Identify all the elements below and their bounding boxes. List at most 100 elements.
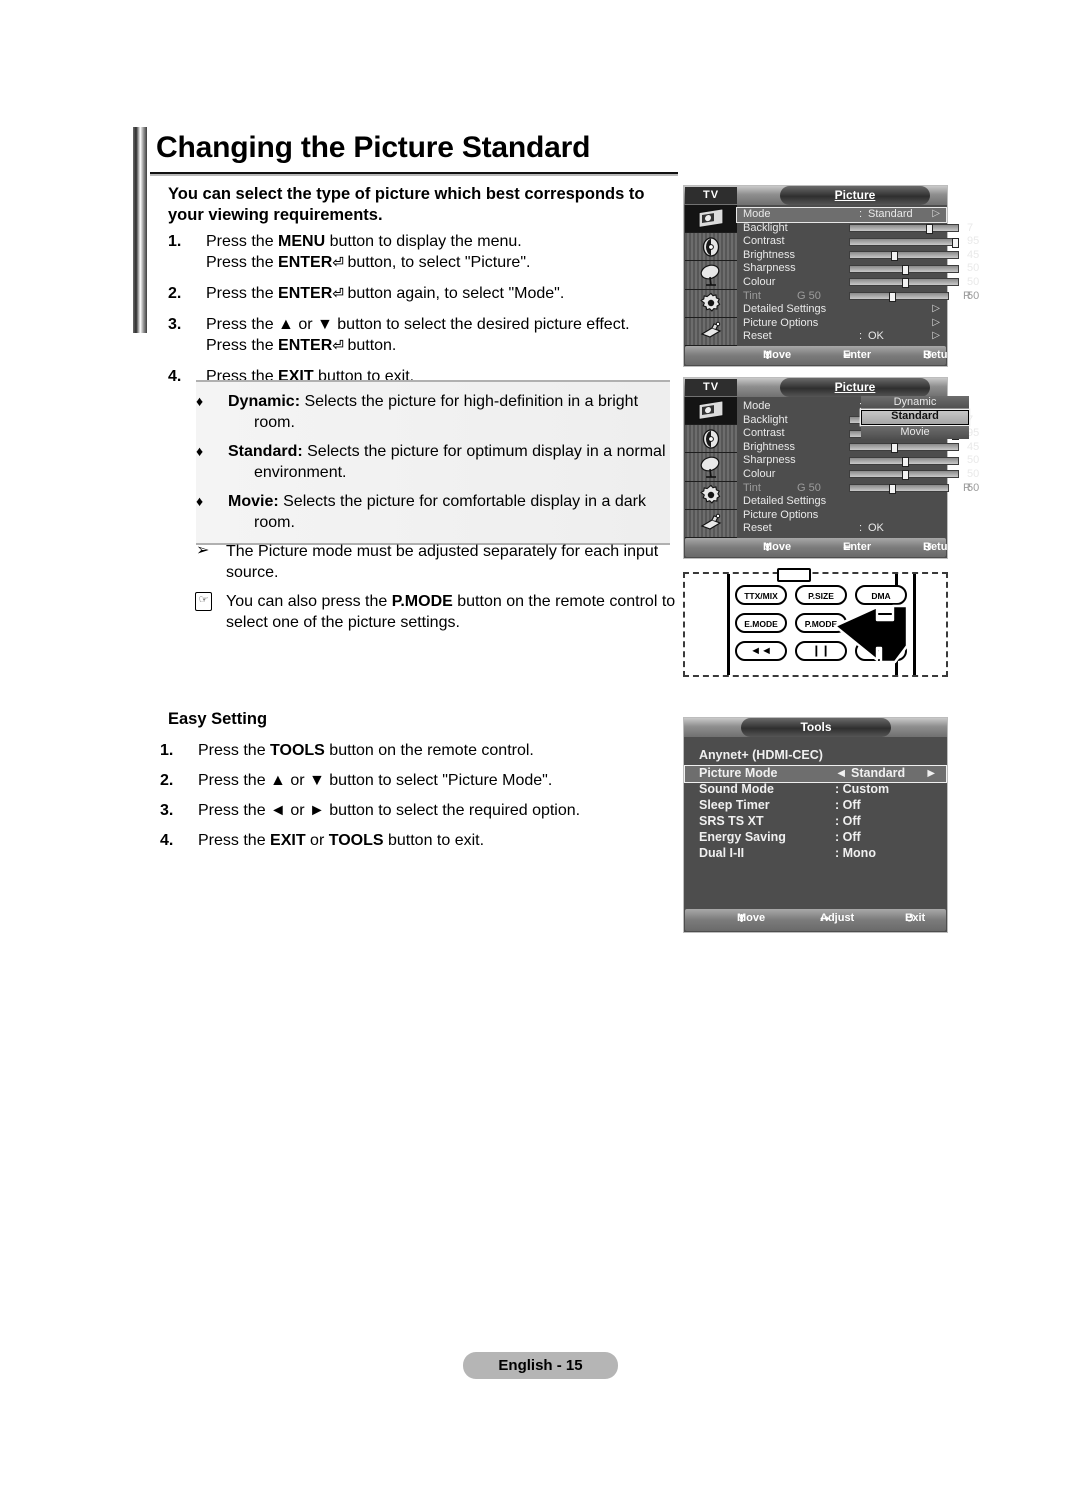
main-steps-list: 1. Press the MENU button to display the … bbox=[168, 231, 678, 396]
osd1-tv-label: TV bbox=[685, 187, 737, 204]
diamond-bullet-icon: ♦ bbox=[196, 493, 204, 509]
tint-slider[interactable] bbox=[849, 292, 949, 303]
picture-mode-descriptions: ♦ Dynamic: Selects the picture for high-… bbox=[196, 380, 670, 545]
diamond-bullet-icon: ♦ bbox=[196, 443, 204, 459]
step-3-line2: Press the ENTER⏎ button. bbox=[206, 337, 397, 354]
enter-icon: ⏎ bbox=[332, 255, 344, 271]
sidebar-icon-input[interactable] bbox=[685, 510, 737, 538]
easy-step-1-number: 1. bbox=[160, 742, 174, 759]
brightness-slider[interactable] bbox=[849, 251, 959, 262]
easy-step-4-text: Press the EXIT or TOOLS button to exit. bbox=[198, 832, 485, 849]
step-3: 3. Press the ▲ or ▼ button to select the… bbox=[168, 314, 678, 357]
colour-slider[interactable] bbox=[849, 278, 959, 289]
osd2-row-sharpness[interactable]: Sharpness 50 bbox=[737, 454, 979, 468]
osd1-row-colour[interactable]: Colour 50 bbox=[737, 276, 979, 290]
key-rewind[interactable]: ◄◄ bbox=[735, 641, 787, 661]
step-2-line1: Press the ENTER⏎ button again, to select… bbox=[206, 285, 565, 302]
key-dma[interactable]: DMA bbox=[855, 585, 907, 605]
sidebar-icon-picture[interactable] bbox=[685, 397, 737, 426]
osd2-row-reset[interactable]: Reset : OK bbox=[737, 522, 946, 536]
sidebar-icon-picture[interactable] bbox=[685, 205, 737, 234]
easy-setting-heading: Easy Setting bbox=[168, 710, 268, 728]
osd1-row-contrast[interactable]: Contrast 95 bbox=[737, 235, 979, 249]
osd-picture-menu-1[interactable]: TV Picture Mode : Standard ▷ Backlight 7… bbox=[683, 185, 979, 367]
key-emode[interactable]: E.MODE bbox=[735, 613, 787, 633]
colour-slider[interactable] bbox=[849, 470, 959, 481]
osd1-row-sharpness[interactable]: Sharpness 50 bbox=[737, 262, 979, 276]
step-1-line2: Press the ENTER⏎ button, to select "Pict… bbox=[206, 254, 531, 271]
sharpness-slider[interactable] bbox=[849, 456, 959, 467]
mode-option-dynamic[interactable]: Dynamic bbox=[861, 396, 969, 409]
key-psize[interactable]: P.SIZE bbox=[795, 585, 847, 605]
osd1-row-detailed-settings[interactable]: Detailed Settings ▷ bbox=[737, 303, 946, 317]
key-ttxmix[interactable]: TTX/MIX bbox=[735, 585, 787, 605]
osd-picture-menu-2[interactable]: TV Picture Mode : bbox=[683, 377, 979, 559]
mode-movie: ♦ Movie: Selects the picture for comfort… bbox=[196, 491, 670, 533]
tools-row-picture-mode[interactable]: Picture Mode ◄ Standard ► bbox=[684, 765, 947, 783]
enter-icon: ⏎ bbox=[332, 286, 344, 302]
page-spine-decoration bbox=[133, 127, 147, 333]
sidebar-icon-input[interactable] bbox=[685, 318, 737, 346]
chevron-right-icon: ▷ bbox=[932, 316, 940, 328]
easy-step-3-number: 3. bbox=[160, 802, 174, 819]
mode-dynamic-desc: Selects the picture for high-definition … bbox=[254, 393, 639, 431]
tools-rows: Anynet+ (HDMI-CEC) Picture Mode ◄ Standa… bbox=[684, 738, 947, 908]
easy-step-2: 2. Press the ▲ or ▼ button to select "Pi… bbox=[160, 770, 680, 791]
contrast-slider[interactable] bbox=[849, 237, 959, 248]
note-input-source-text: The Picture mode must be adjusted separa… bbox=[226, 543, 659, 581]
sidebar-icon-setup[interactable] bbox=[685, 482, 737, 510]
osd1-row-reset[interactable]: Reset : OK ▷ bbox=[737, 330, 946, 344]
tools-row-dual[interactable]: Dual I-II : Mono bbox=[685, 846, 946, 862]
osd1-row-brightness[interactable]: Brightness 45 bbox=[737, 249, 979, 263]
osd2-row-colour[interactable]: Colour 50 bbox=[737, 468, 979, 482]
mode-option-standard[interactable]: Standard bbox=[861, 410, 969, 425]
tools-row-srs-ts-xt[interactable]: SRS TS XT : Off bbox=[685, 814, 946, 830]
remote-edge-left bbox=[727, 574, 730, 675]
sidebar-icon-channel[interactable] bbox=[685, 453, 737, 482]
tools-row-sleep-timer[interactable]: Sleep Timer : Off bbox=[685, 798, 946, 814]
easy-step-1: 1. Press the TOOLS button on the remote … bbox=[160, 740, 680, 761]
step-3-number: 3. bbox=[168, 316, 182, 333]
mode-standard-desc: Selects the picture for optimum display … bbox=[254, 443, 666, 481]
step-1: 1. Press the MENU button to display the … bbox=[168, 231, 678, 274]
enter-icon: ⏎ bbox=[332, 338, 344, 354]
osd1-row-mode[interactable]: Mode : Standard ▷ bbox=[736, 207, 947, 223]
page-title: Changing the Picture Standard bbox=[156, 131, 591, 164]
tools-row-sound-mode[interactable]: Sound Mode : Custom bbox=[685, 782, 946, 798]
step-3-line1: Press the ▲ or ▼ button to select the de… bbox=[206, 316, 630, 333]
easy-step-4: 4. Press the EXIT or TOOLS button to exi… bbox=[160, 830, 680, 851]
step-1-line1: Press the MENU button to display the men… bbox=[206, 233, 522, 250]
osd2-row-detailed-settings[interactable]: Detailed Settings bbox=[737, 495, 946, 509]
osd2-sidebar-icons[interactable] bbox=[685, 397, 737, 538]
osd2-bottom-bar: ↕ Move ↵ Enter ↺ Return bbox=[685, 538, 958, 557]
chevron-right-icon: ▷ bbox=[932, 208, 940, 219]
step-1-number: 1. bbox=[168, 233, 182, 250]
osd1-rows: Mode : Standard ▷ Backlight 7 Contrast 9… bbox=[736, 205, 979, 346]
tint-slider[interactable] bbox=[849, 484, 949, 495]
easy-step-4-number: 4. bbox=[160, 832, 174, 849]
sharpness-slider[interactable] bbox=[849, 264, 959, 275]
left-arrow-icon[interactable]: ◄ bbox=[835, 766, 847, 780]
tools-row-anynet: Anynet+ (HDMI-CEC) bbox=[699, 748, 823, 762]
osd1-row-backlight[interactable]: Backlight 7 bbox=[737, 222, 973, 236]
mode-option-movie[interactable]: Movie bbox=[861, 426, 969, 439]
backlight-slider[interactable] bbox=[849, 224, 959, 235]
sidebar-icon-sound[interactable] bbox=[685, 425, 737, 454]
page-footer: English - 15 bbox=[463, 1352, 618, 1379]
sidebar-icon-sound[interactable] bbox=[685, 233, 737, 262]
step-2: 2. Press the ENTER⏎ button again, to sel… bbox=[168, 283, 678, 305]
osd-tools-menu[interactable]: Tools Anynet+ (HDMI-CEC) Picture Mode ◄ … bbox=[683, 717, 948, 933]
osd2-row-picture-options[interactable]: Picture Options bbox=[737, 509, 946, 523]
mode-movie-desc: Selects the picture for comfortable disp… bbox=[254, 493, 646, 531]
sidebar-icon-setup[interactable] bbox=[685, 290, 737, 318]
tools-menu-title: Tools bbox=[741, 718, 891, 737]
brightness-slider[interactable] bbox=[849, 443, 959, 454]
tools-row-energy-saving[interactable]: Energy Saving : Off bbox=[685, 830, 946, 846]
osd2-row-brightness[interactable]: Brightness 45 bbox=[737, 441, 979, 455]
osd1-sidebar-icons[interactable] bbox=[685, 205, 737, 346]
mode-dropdown[interactable]: Dynamic Standard Movie bbox=[861, 396, 969, 440]
right-arrow-icon[interactable]: ► bbox=[925, 766, 937, 780]
step-2-number: 2. bbox=[168, 285, 182, 302]
sidebar-icon-channel[interactable] bbox=[685, 261, 737, 290]
osd1-row-picture-options[interactable]: Picture Options ▷ bbox=[737, 317, 946, 331]
